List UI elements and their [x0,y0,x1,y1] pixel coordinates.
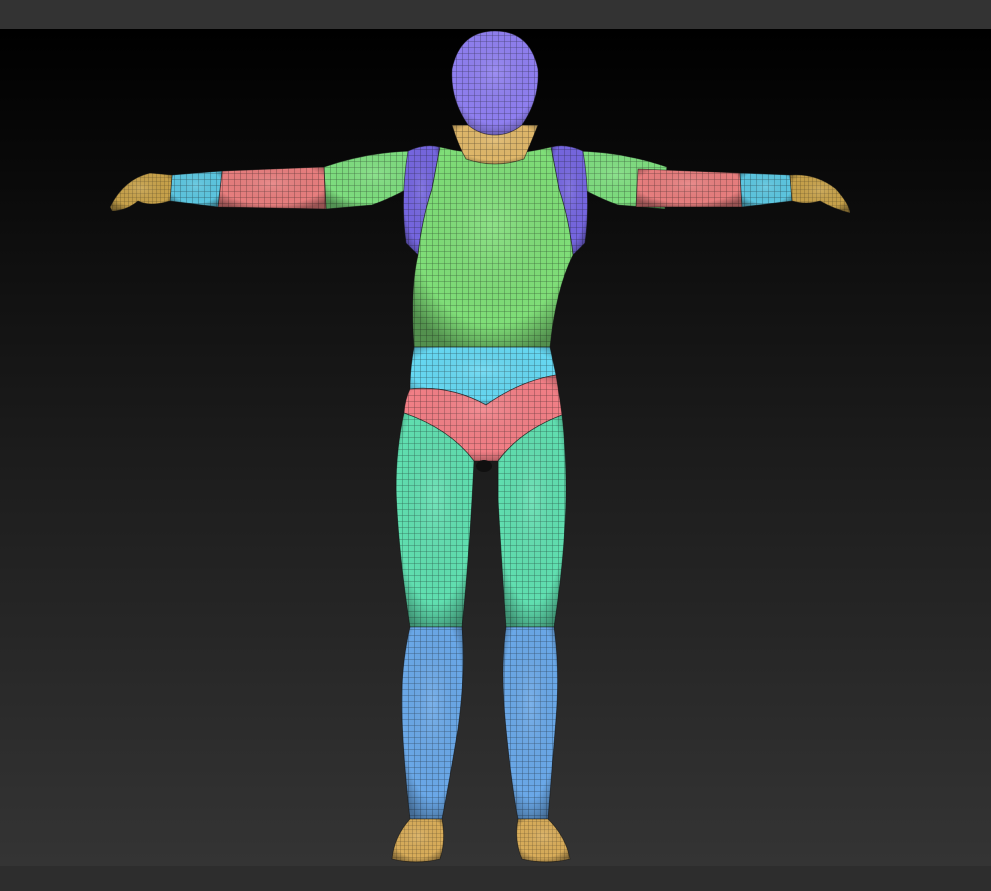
left-arm[interactable] [109,150,426,212]
top-toolbar [0,0,991,29]
left-forearm-group[interactable] [217,166,327,210]
sculpt-app [0,0,991,891]
left-foot-group[interactable] [391,818,444,863]
left-shin-group[interactable] [401,626,464,820]
left-wrist-group[interactable] [169,170,223,208]
crotch-shadow [476,460,492,472]
right-hand-group[interactable] [789,174,851,214]
left-hand-group[interactable] [109,172,173,212]
right-shin-group[interactable] [502,626,558,820]
right-foot-group[interactable] [516,818,571,863]
torso-group[interactable] [412,146,574,348]
right-wrist-group[interactable] [739,172,793,208]
humanoid-mesh[interactable] [0,29,991,866]
right-arm[interactable] [564,150,851,214]
right-forearm-group[interactable] [635,168,743,208]
bottom-statusbar [0,866,991,891]
3d-viewport[interactable] [0,29,991,866]
head-group[interactable] [451,30,539,136]
